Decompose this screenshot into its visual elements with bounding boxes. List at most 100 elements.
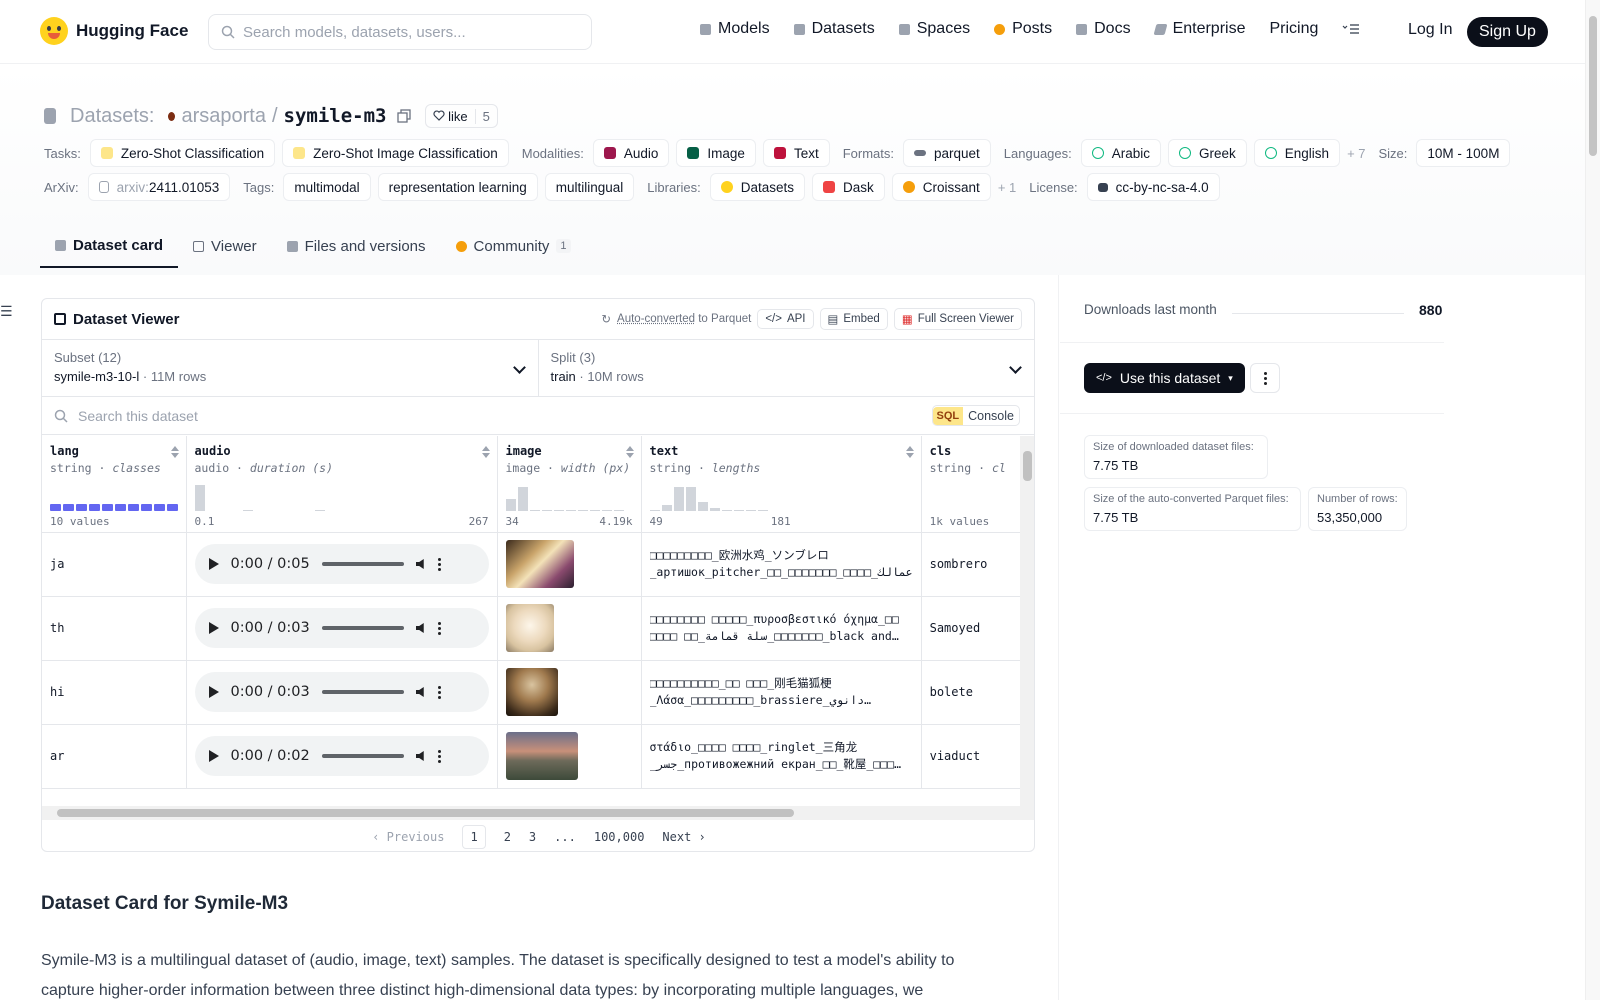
nav-models[interactable]: Models [700,20,770,38]
audio-progress-slider[interactable] [322,626,404,630]
task-tag-zero-shot-image[interactable]: Zero-Shot Image Classification [282,139,509,167]
use-this-dataset-button[interactable]: </> Use this dataset ▾ [1084,363,1245,393]
table-row[interactable]: ja 0:00 / 0:05 □□□□□□□□□_欧洲水鸡_ソンブレロ _арти… [42,532,1023,596]
nav-posts[interactable]: Posts [994,20,1052,38]
audio-progress-slider[interactable] [322,562,404,566]
volume-icon[interactable] [416,623,426,633]
modality-tag-audio[interactable]: Audio [593,139,670,167]
play-icon[interactable] [209,686,219,698]
owner-link[interactable]: arsaporta [181,105,266,128]
audio-player[interactable]: 0:00 / 0:05 [195,544,489,584]
audio-player[interactable]: 0:00 / 0:03 [195,608,489,648]
play-icon[interactable] [209,750,219,762]
auto-converted-link[interactable]: Auto-converted [617,313,695,325]
previous-page-button[interactable]: ‹ Previous [372,830,444,844]
volume-icon[interactable] [416,559,426,569]
image-thumbnail-bolete[interactable] [506,668,558,716]
language-tag-english[interactable]: English [1254,139,1340,167]
dataset-search-input[interactable]: Search this dataset SQL Console [42,397,1034,435]
like-button[interactable]: like 5 [425,104,498,128]
sql-console-button[interactable]: SQL Console [932,405,1021,426]
split-select[interactable]: Split (3) train · 10M rows [538,340,1035,396]
nav-docs[interactable]: Docs [1076,20,1130,38]
column-header-text[interactable]: text string · lengths 49 181 [641,436,921,532]
tab-community[interactable]: Community 1 [441,224,586,268]
audio-progress-slider[interactable] [322,754,404,758]
libraries-more[interactable]: + 1 [998,180,1016,195]
scrollbar-thumb[interactable] [1023,451,1032,481]
copy-icon[interactable] [397,109,411,123]
global-search-input[interactable]: Search models, datasets, users... [208,14,592,50]
scrollbar-thumb[interactable] [57,809,794,817]
home-logo[interactable]: Hugging Face [40,17,188,45]
size-tag[interactable]: 10M - 100M [1416,139,1510,167]
nav-enterprise[interactable]: Enterprise [1155,20,1246,38]
column-header-image[interactable]: image image · width (px) 34 4.19k [497,436,641,532]
sort-icon[interactable] [482,446,490,451]
toc-toggle-icon[interactable]: ☰ [0,303,13,320]
dataset-name[interactable]: symile-m3 [284,105,387,127]
column-header-cls[interactable]: cls string · cl 1k values [921,436,1023,532]
modality-tag-image[interactable]: Image [676,139,756,167]
embed-button[interactable]: ▤ Embed [820,308,888,330]
subset-select[interactable]: Subset (12) symile-m3-10-l · 11M rows [42,340,538,396]
library-tag-croissant[interactable]: Croissant [892,173,991,201]
more-options-icon[interactable] [438,558,441,571]
sort-icon[interactable] [626,446,634,451]
tag-multimodal[interactable]: multimodal [283,173,370,201]
license-tag[interactable]: cc-by-nc-sa-4.0 [1087,173,1220,201]
language-tag-greek[interactable]: Greek [1168,139,1247,167]
languages-more[interactable]: + 7 [1347,146,1365,161]
section-link[interactable]: Datasets: [70,105,154,128]
library-tag-datasets[interactable]: Datasets [710,173,805,201]
tab-files-and-versions[interactable]: Files and versions [272,224,441,268]
page-2-button[interactable]: 2 [504,830,511,844]
more-actions-button[interactable] [1250,363,1280,393]
next-page-button[interactable]: Next › [662,830,705,844]
page-3-button[interactable]: 3 [529,830,536,844]
modality-tag-text[interactable]: Text [763,139,830,167]
tab-viewer[interactable]: Viewer [178,224,272,268]
table-row[interactable]: ar 0:00 / 0:02 στάδιο_□□□□ □□□□_ringlet_… [42,724,1023,788]
audio-player[interactable]: 0:00 / 0:02 [195,736,489,776]
audio-progress-slider[interactable] [322,690,404,694]
page-1-button[interactable]: 1 [462,825,485,849]
column-header-lang[interactable]: lang string · classes 10 values [42,436,186,532]
tag-representation-learning[interactable]: representation learning [378,173,538,201]
api-button[interactable]: </> API [757,309,813,329]
table-vertical-scrollbar[interactable] [1020,436,1035,806]
format-tag-parquet[interactable]: parquet [903,139,991,167]
table-row[interactable]: hi 0:00 / 0:03 □□□□□□□□□□_□□ □□□_刚毛猫狐梗 _Λ… [42,660,1023,724]
nav-datasets[interactable]: Datasets [794,20,875,38]
login-link[interactable]: Log In [1408,21,1452,39]
nav-pricing[interactable]: Pricing [1269,20,1318,38]
tag-multilingual[interactable]: multilingual [545,173,635,201]
task-tag-zero-shot[interactable]: Zero-Shot Classification [90,139,275,167]
sort-icon[interactable] [906,446,914,451]
volume-icon[interactable] [416,751,426,761]
play-icon[interactable] [209,622,219,634]
page-scrollbar-thumb[interactable] [1589,16,1597,156]
language-tag-arabic[interactable]: Arabic [1081,139,1161,167]
audio-player[interactable]: 0:00 / 0:03 [195,672,489,712]
volume-icon[interactable] [416,687,426,697]
nav-spaces[interactable]: Spaces [899,20,970,38]
table-horizontal-scrollbar[interactable] [42,806,1035,820]
library-tag-dask[interactable]: Dask [812,173,885,201]
last-page-button[interactable]: 100,000 [594,830,645,844]
arxiv-tag[interactable]: arxiv:2411.01053 [88,173,231,201]
sort-icon[interactable] [171,446,179,451]
nav-more-menu[interactable] [1342,23,1360,35]
signup-button[interactable]: Sign Up [1467,17,1548,47]
image-thumbnail-sombrero[interactable] [506,540,574,588]
more-options-icon[interactable] [438,686,441,699]
more-options-icon[interactable] [438,622,441,635]
more-options-icon[interactable] [438,750,441,763]
play-icon[interactable] [209,558,219,570]
image-thumbnail-viaduct[interactable] [506,732,578,780]
column-header-audio[interactable]: audio audio · duration (s) 0.1 267 [186,436,497,532]
tab-dataset-card[interactable]: Dataset card [40,224,178,268]
image-thumbnail-samoyed[interactable] [506,604,554,652]
fullscreen-viewer-button[interactable]: ▦ Full Screen Viewer [894,308,1022,330]
table-row[interactable]: th 0:00 / 0:03 □□□□□□□□ □□□□□_πυροσβεστι… [42,596,1023,660]
